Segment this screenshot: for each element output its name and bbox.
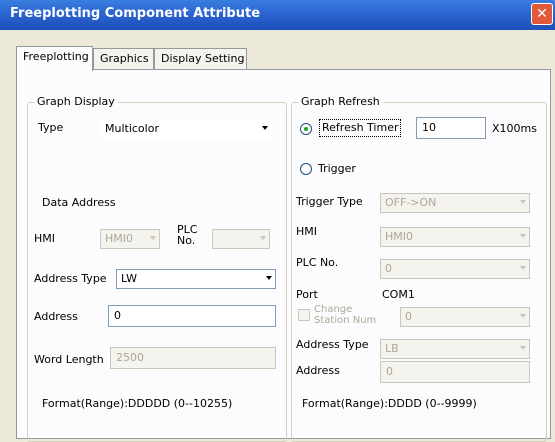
plc-no-label: PLC No. bbox=[177, 224, 197, 246]
refresh-plc-no-label: PLC No. bbox=[296, 256, 339, 269]
graph-display-title: Graph Display bbox=[34, 95, 118, 108]
refresh-plc-no-select[interactable]: 0 bbox=[380, 259, 530, 279]
change-station-line2: Station Num bbox=[314, 315, 377, 326]
tab-display-setting[interactable]: Display Setting bbox=[154, 48, 247, 70]
type-select[interactable]: Multicolor bbox=[100, 119, 272, 139]
refresh-format-text: Format(Range):DDDD (0--9999) bbox=[302, 397, 477, 410]
display-format-text: Format(Range):DDDDD (0--10255) bbox=[42, 397, 233, 410]
graph-refresh-title: Graph Refresh bbox=[298, 95, 383, 108]
data-address-label: Data Address bbox=[42, 196, 116, 209]
address-type-select[interactable]: LW bbox=[116, 269, 276, 289]
address-label: Address bbox=[34, 310, 78, 323]
trigger-type-label: Trigger Type bbox=[296, 195, 363, 208]
refresh-timer-value: 10 bbox=[422, 121, 436, 134]
port-label: Port bbox=[296, 288, 318, 301]
tab-freeplotting[interactable]: Freeplotting bbox=[16, 46, 93, 71]
chevron-down-icon bbox=[520, 234, 526, 238]
word-length-input[interactable]: 2500 bbox=[110, 347, 276, 369]
chevron-down-icon bbox=[266, 276, 272, 280]
chevron-down-icon bbox=[520, 314, 526, 318]
change-station-value: 0 bbox=[405, 310, 412, 323]
chevron-down-icon bbox=[520, 200, 526, 204]
word-length-label: Word Length bbox=[34, 353, 104, 366]
plc-no-select[interactable] bbox=[212, 229, 270, 249]
close-button[interactable]: ✕ bbox=[531, 3, 553, 25]
refresh-address-value: 0 bbox=[386, 365, 393, 378]
trigger-type-select[interactable]: OFF->ON bbox=[380, 193, 530, 213]
refresh-hmi-select[interactable]: HMI0 bbox=[380, 227, 530, 247]
refresh-address-type-select[interactable]: LB bbox=[380, 339, 530, 359]
change-station-checkbox[interactable] bbox=[298, 309, 310, 321]
plc-no-label-line2: No. bbox=[177, 234, 196, 247]
chevron-down-icon bbox=[260, 236, 266, 240]
trigger-radio[interactable] bbox=[300, 163, 312, 175]
graph-refresh-group: Graph Refresh Refresh Timer 10 X100ms Tr… bbox=[291, 95, 547, 442]
refresh-timer-radio[interactable] bbox=[300, 123, 312, 135]
change-station-line1: Change bbox=[314, 304, 353, 315]
chevron-down-icon bbox=[520, 266, 526, 270]
refresh-unit-label: X100ms bbox=[492, 122, 537, 135]
address-type-value: LW bbox=[121, 272, 137, 285]
refresh-address-label: Address bbox=[296, 364, 340, 377]
tab-graphics[interactable]: Graphics bbox=[93, 48, 154, 70]
refresh-address-type-value: LB bbox=[385, 342, 399, 355]
change-station-select[interactable]: 0 bbox=[400, 307, 530, 327]
tab-panel: Graph Display Type Multicolor Data Addre… bbox=[16, 69, 551, 442]
chevron-down-icon bbox=[520, 346, 526, 350]
port-value: COM1 bbox=[382, 288, 415, 301]
dialog-window: Freeplotting Component Attribute ✕ Freep… bbox=[0, 0, 555, 442]
close-icon: ✕ bbox=[536, 6, 548, 22]
hmi-value: HMI0 bbox=[105, 232, 134, 245]
address-type-label: Address Type bbox=[34, 272, 107, 285]
chevron-down-icon bbox=[262, 126, 268, 130]
refresh-hmi-value: HMI0 bbox=[385, 230, 414, 243]
trigger-type-value: OFF->ON bbox=[385, 196, 437, 209]
title-bar: Freeplotting Component Attribute ✕ bbox=[0, 0, 555, 30]
trigger-label[interactable]: Trigger bbox=[318, 162, 356, 175]
window-title: Freeplotting Component Attribute bbox=[10, 6, 261, 21]
refresh-plc-no-value: 0 bbox=[385, 262, 392, 275]
refresh-timer-input[interactable]: 10 bbox=[416, 117, 486, 139]
address-input[interactable]: 0 bbox=[108, 305, 276, 327]
refresh-address-input[interactable]: 0 bbox=[380, 361, 530, 383]
hmi-label: HMI bbox=[34, 232, 56, 245]
type-value: Multicolor bbox=[105, 122, 159, 135]
refresh-hmi-label: HMI bbox=[296, 225, 318, 238]
word-length-value: 2500 bbox=[116, 351, 144, 364]
type-label: Type bbox=[38, 121, 64, 134]
graph-display-group: Graph Display Type Multicolor Data Addre… bbox=[27, 95, 287, 442]
refresh-address-type-label: Address Type bbox=[296, 338, 369, 351]
chevron-down-icon bbox=[150, 236, 156, 240]
refresh-timer-label[interactable]: Refresh Timer bbox=[322, 121, 398, 134]
hmi-select[interactable]: HMI0 bbox=[100, 229, 160, 249]
change-station-label: Change Station Num bbox=[314, 304, 376, 326]
address-value: 0 bbox=[114, 309, 121, 322]
